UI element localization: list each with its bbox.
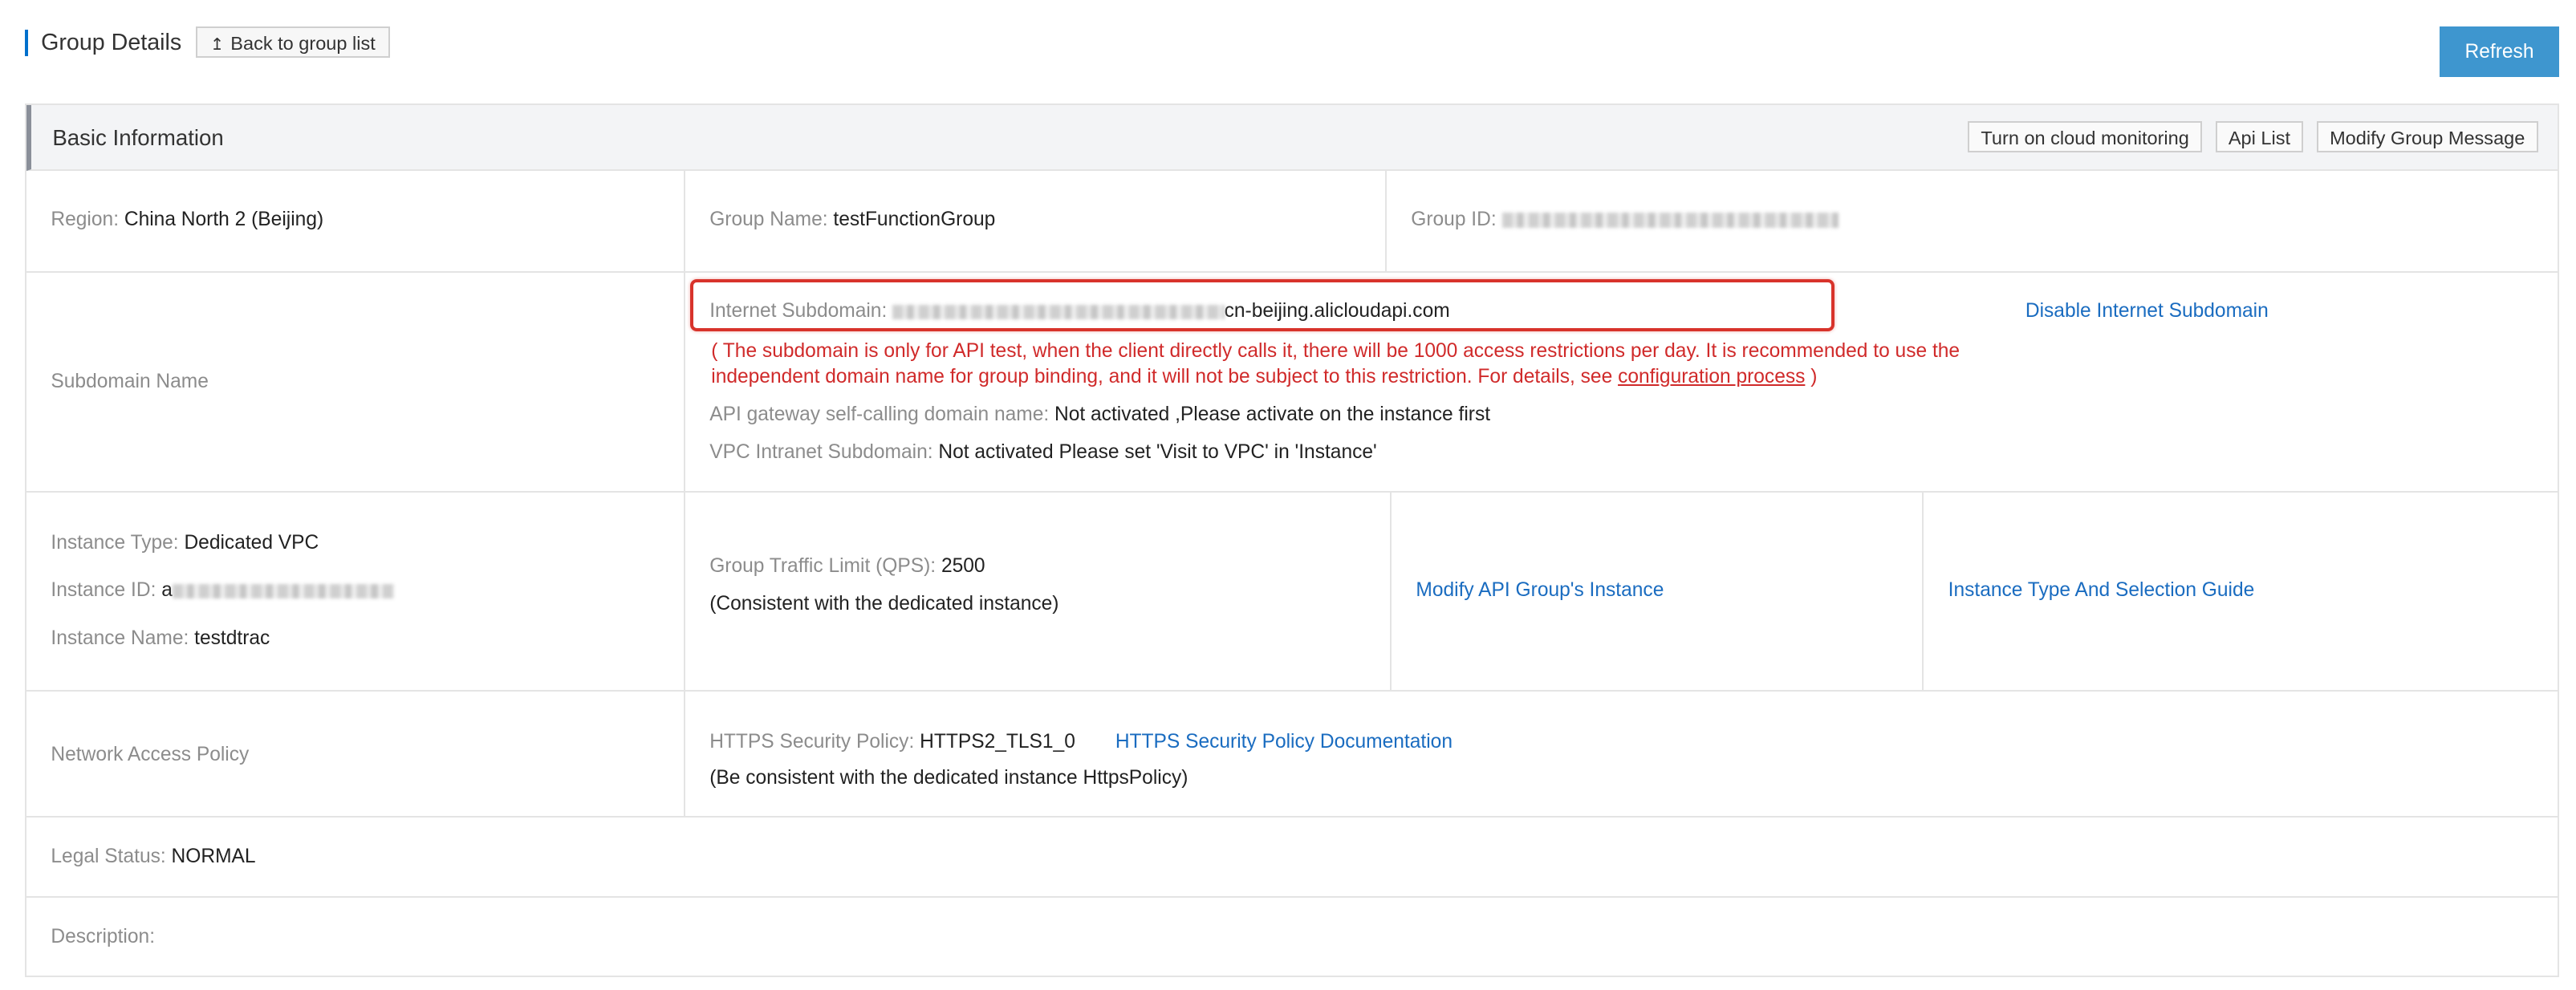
group-id-value-redacted: [1501, 213, 1839, 228]
group-details-page: Group Details ↥ Back to group list Refres…: [0, 0, 2576, 988]
info-row-legal: Legal Status: NORMAL: [26, 818, 2558, 899]
subdomain-content-cell: Internet Subdomain: cn-beijing.aliclouda…: [683, 272, 2558, 491]
instance-id-redacted: [172, 583, 395, 599]
instance-type-value: Dedicated VPC: [184, 532, 319, 554]
panel-header: Basic Information Turn on cloud monitori…: [26, 104, 2558, 171]
network-label-cell: Network Access Policy: [26, 692, 684, 817]
self-calling-value: Not activated ,Please activate on the in…: [1054, 404, 1491, 426]
instance-name-value: testdtrac: [194, 627, 270, 649]
vpc-subdomain-line: VPC Intranet Subdomain: Not activated Pl…: [709, 441, 1377, 464]
instance-type-guide-link[interactable]: Instance Type And Selection Guide: [1948, 579, 2255, 602]
info-row-subdomain: Subdomain Name Internet Subdomain: cn-be…: [26, 272, 2558, 493]
api-list-button[interactable]: Api List: [2215, 121, 2304, 153]
internet-subdomain-line: Internet Subdomain: cn-beijing.aliclouda…: [709, 300, 1449, 323]
network-content-cell: HTTPS Security Policy: HTTPS2_TLS1_0 HTT…: [683, 691, 2558, 817]
https-policy-value: HTTPS2_TLS1_0: [920, 730, 1075, 753]
configuration-process-link[interactable]: configuration process: [1618, 366, 1805, 387]
selection-guide-cell: Instance Type And Selection Guide: [1921, 492, 2558, 690]
vpc-subdomain-label: VPC Intranet Subdomain:: [709, 441, 933, 464]
description-label: Description:: [51, 926, 156, 948]
network-access-policy-label: Network Access Policy: [51, 744, 250, 766]
back-button-label: Back to group list: [230, 32, 376, 54]
self-calling-domain-line: API gateway self-calling domain name: No…: [709, 404, 1490, 426]
instance-info-cell: Instance Type: Dedicated VPC Instance ID…: [26, 493, 684, 690]
internet-subdomain-value: cn-beijing.alicloudapi.com: [1224, 300, 1450, 323]
instance-name-label: Instance Name:: [51, 627, 189, 649]
instance-id-label: Instance ID:: [51, 579, 156, 602]
region-cell: Region: China North 2 (Beijing): [26, 171, 684, 271]
info-row-description: Description:: [26, 898, 2558, 975]
subdomain-section-label: Subdomain Name: [51, 371, 209, 393]
page-header: Group Details ↥ Back to group list Refres…: [24, 25, 2560, 78]
basic-information-panel: Basic Information Turn on cloud monitori…: [24, 103, 2560, 977]
https-policy-note: (Be consistent with the dedicated instan…: [709, 766, 1188, 789]
subdomain-warning: ( The subdomain is only for API test, wh…: [711, 339, 1976, 392]
group-name-label: Group Name:: [709, 208, 828, 230]
https-policy-label: HTTPS Security Policy:: [709, 730, 915, 753]
upload-arrow-icon: ↥: [209, 34, 225, 54]
traffic-limit-cell: Group Traffic Limit (QPS): 2500 (Consist…: [683, 492, 1392, 690]
internet-subdomain-redacted: [892, 304, 1225, 320]
traffic-limit-label: Group Traffic Limit (QPS):: [709, 554, 937, 577]
modify-instance-cell: Modify API Group's Instance: [1389, 492, 1924, 690]
group-name-cell: Group Name: testFunctionGroup: [683, 170, 1387, 271]
back-to-group-list-button[interactable]: ↥ Back to group list: [195, 26, 391, 58]
modify-group-message-button[interactable]: Modify Group Message: [2316, 121, 2538, 153]
refresh-button[interactable]: Refresh: [2439, 26, 2560, 78]
panel-title: Basic Information: [52, 124, 224, 150]
internet-subdomain-label: Internet Subdomain:: [709, 300, 888, 323]
self-calling-label: API gateway self-calling domain name:: [709, 404, 1050, 426]
group-id-cell: Group ID:: [1384, 170, 2558, 271]
info-row-instance: Instance Type: Dedicated VPC Instance ID…: [26, 492, 2558, 692]
warning-end: ): [1810, 366, 1818, 388]
group-id-label: Group ID:: [1411, 208, 1497, 230]
vpc-subdomain-value: Not activated Please set 'Visit to VPC' …: [938, 441, 1377, 464]
instance-type-label: Instance Type:: [51, 532, 179, 554]
panel-actions: Turn on cloud monitoring Api List Modify…: [1968, 121, 2538, 153]
instance-id-value: a: [161, 579, 173, 602]
legal-status-label: Legal Status:: [51, 845, 166, 867]
info-row-region: Region: China North 2 (Beijing) Group Na…: [26, 170, 2558, 273]
https-policy-doc-link[interactable]: HTTPS Security Policy Documentation: [1115, 731, 1453, 753]
page-title: Group Details: [24, 29, 181, 56]
region-label: Region:: [51, 208, 120, 230]
modify-api-group-instance-link[interactable]: Modify API Group's Instance: [1416, 579, 1664, 602]
group-name-value: testFunctionGroup: [833, 208, 996, 230]
subdomain-label-cell: Subdomain Name: [26, 273, 684, 491]
disable-internet-subdomain-link[interactable]: Disable Internet Subdomain: [2025, 300, 2269, 323]
traffic-limit-value: 2500: [941, 554, 985, 577]
legal-status-value: NORMAL: [171, 845, 256, 867]
turn-on-cloud-monitoring-button[interactable]: Turn on cloud monitoring: [1968, 121, 2203, 153]
region-value: China North 2 (Beijing): [124, 208, 324, 230]
traffic-limit-note: (Consistent with the dedicated instance): [709, 592, 1059, 615]
info-row-network: Network Access Policy HTTPS Security Pol…: [26, 691, 2558, 818]
